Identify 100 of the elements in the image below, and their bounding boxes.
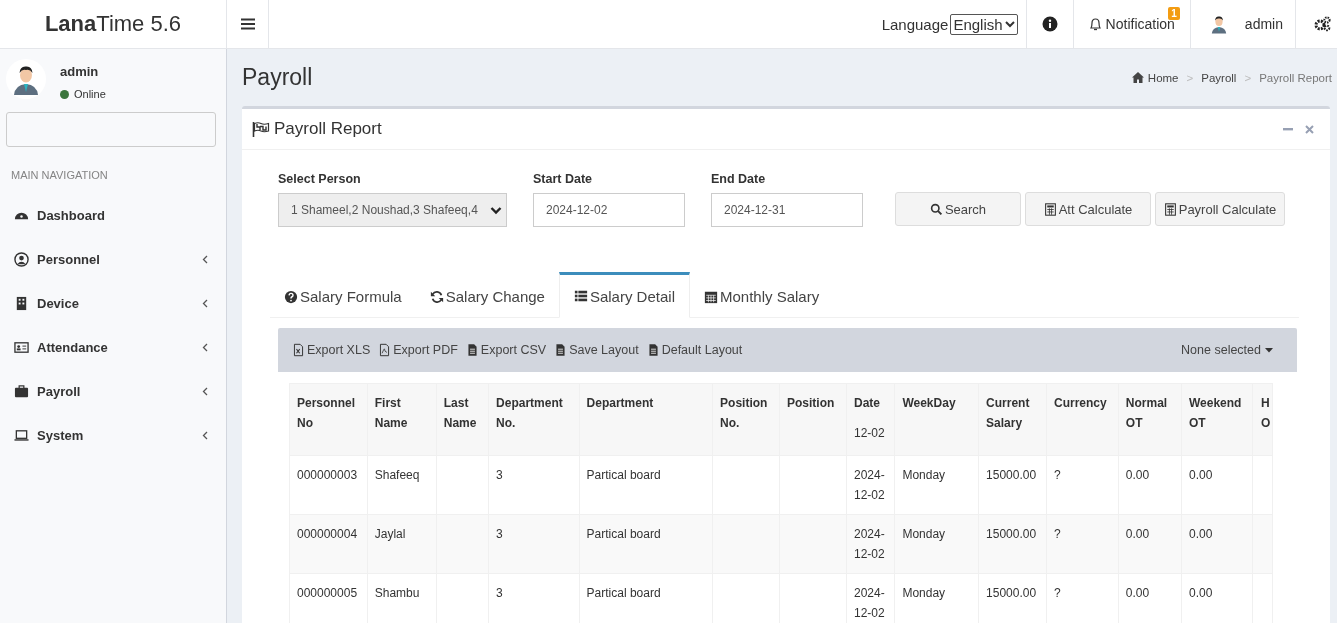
column-header[interactable]: Date 12-02 — [846, 383, 895, 456]
end-date-input[interactable]: 2024-12-31 — [711, 193, 863, 227]
table-cell: 3 — [488, 514, 580, 574]
nav-section-title: MAIN NAVIGATION — [10, 168, 109, 183]
table-cell: Shafeeq — [367, 455, 437, 515]
online-status-icon — [60, 89, 69, 99]
column-header[interactable]: Department — [579, 383, 713, 456]
action-button[interactable]: Att Calculate — [1025, 192, 1151, 226]
nav-item[interactable]: Personnel — [0, 237, 226, 281]
page-title: Payroll — [242, 64, 313, 91]
table-cell: 0.00 — [1181, 514, 1253, 574]
nav-item[interactable]: Payroll — [0, 369, 226, 413]
file-text-icon — [646, 343, 660, 357]
table-cell: 2024-12-02 — [846, 455, 895, 515]
calculator-icon — [1163, 202, 1177, 216]
caret-icon — [1265, 347, 1273, 353]
column-header-subtext: 12-02 — [854, 425, 886, 442]
column-filter-dropdown[interactable]: None selected — [1167, 343, 1287, 357]
breadcrumb-link[interactable]: Payroll Report — [1259, 71, 1332, 84]
notification-count-badge: 1 — [1168, 7, 1180, 20]
column-header[interactable]: Department No. — [488, 383, 580, 456]
table-cell: Partical board — [579, 455, 713, 515]
nav-item[interactable]: System — [0, 413, 226, 457]
toolbar-button[interactable]: Export CSV — [461, 343, 551, 357]
table-cell: Monday — [894, 455, 979, 515]
table-cell: 3 — [488, 455, 580, 515]
table-cell: 000000005 — [289, 573, 368, 623]
field-label: End Date — [711, 172, 767, 186]
user-menu-button[interactable]: admin — [1189, 0, 1295, 48]
building-icon — [14, 295, 29, 311]
flag-icon — [252, 121, 270, 137]
column-header[interactable]: Personnel No — [289, 383, 368, 456]
nav-item[interactable]: Attendance — [0, 325, 226, 369]
report-title: Payroll Report — [274, 119, 383, 139]
breadcrumb-separator: > — [1244, 71, 1252, 84]
breadcrumb-link[interactable]: Payroll — [1201, 71, 1237, 84]
table-cell: 15000.00 — [978, 514, 1047, 574]
table-cell: 000000004 — [289, 514, 368, 574]
column-header[interactable]: Current Salary — [978, 383, 1047, 456]
app-logo-text[interactable]: LanaTime 5.6 — [0, 0, 227, 48]
table-cell: 0.00 — [1118, 455, 1182, 515]
question-circle-icon — [284, 289, 298, 304]
id-card-icon — [14, 339, 29, 355]
language-select[interactable]: English — [950, 13, 1018, 35]
chevron-down-icon — [1004, 20, 1015, 28]
bell-icon — [1088, 17, 1102, 31]
action-button[interactable]: Payroll Calculate — [1155, 192, 1285, 226]
chevron-down-icon — [490, 205, 502, 215]
table-cell: Jaylal — [367, 514, 437, 574]
start-date-input[interactable]: 2024-12-02 — [533, 193, 685, 227]
field-label: Select Person — [278, 172, 362, 186]
tab[interactable]: Salary Formula — [270, 272, 416, 318]
user-name: admin — [60, 64, 100, 79]
list-icon — [573, 289, 588, 303]
breadcrumb-home-link[interactable]: Home — [1131, 71, 1179, 84]
table-cell: ? — [1046, 514, 1119, 574]
breadcrumb-separator: > — [1186, 71, 1194, 84]
refresh-icon — [429, 289, 444, 304]
table-cell: 000000003 — [289, 455, 368, 515]
tab[interactable]: Salary Change — [415, 272, 559, 318]
table-cell: 2024-12-02 — [846, 514, 895, 574]
language-label: Language — [881, 15, 949, 33]
column-header[interactable]: Position — [779, 383, 847, 456]
nav-item[interactable]: Dashboard — [0, 193, 226, 237]
toolbar-button[interactable]: Save Layout — [550, 343, 643, 357]
toolbar-button[interactable]: Export PDF — [374, 343, 462, 357]
column-header[interactable]: Last Name — [436, 383, 489, 456]
person-select[interactable]: 1 Shameel,2 Noushad,3 Shafeeq,4 — [278, 193, 507, 227]
column-header[interactable]: Position No. — [712, 383, 780, 456]
column-header[interactable]: Currency — [1046, 383, 1119, 456]
laptop-icon — [14, 427, 29, 443]
column-header[interactable]: H O — [1252, 383, 1273, 456]
table-cell: ? — [1046, 455, 1119, 515]
file-text-icon — [554, 343, 568, 357]
toolbar-button[interactable]: Export XLS — [288, 343, 375, 357]
home-icon — [1131, 72, 1144, 83]
column-header[interactable]: WeekDay — [894, 383, 979, 456]
table-cell: 0.00 — [1181, 455, 1253, 515]
tab[interactable]: Monthly Salary — [690, 272, 834, 318]
file-text-icon — [465, 343, 479, 357]
table-cell: 0.00 — [1118, 514, 1182, 574]
action-button[interactable]: Search — [895, 192, 1021, 226]
pdf-file-icon — [378, 343, 392, 357]
table-cell: 15000.00 — [978, 455, 1047, 515]
excel-file-icon — [292, 343, 305, 357]
calculator-icon — [1043, 202, 1057, 216]
nav-item[interactable]: Device — [0, 281, 226, 325]
briefcase-icon — [14, 383, 29, 399]
notification-button[interactable]: Notification 1 — [1072, 0, 1190, 48]
table-cell: Monday — [894, 514, 979, 574]
avatar-icon — [6, 59, 46, 99]
column-header[interactable]: Normal OT — [1118, 383, 1182, 456]
user-circle-icon — [14, 251, 29, 267]
field-label: Start Date — [533, 172, 594, 186]
toolbar-button[interactable]: Default Layout — [642, 343, 747, 357]
table-cell: Partical board — [579, 514, 713, 574]
search-field[interactable] — [6, 112, 216, 147]
tab[interactable]: Salary Detail — [558, 272, 690, 318]
column-header[interactable]: First Name — [367, 383, 437, 456]
column-header[interactable]: Weekend OT — [1181, 383, 1253, 456]
